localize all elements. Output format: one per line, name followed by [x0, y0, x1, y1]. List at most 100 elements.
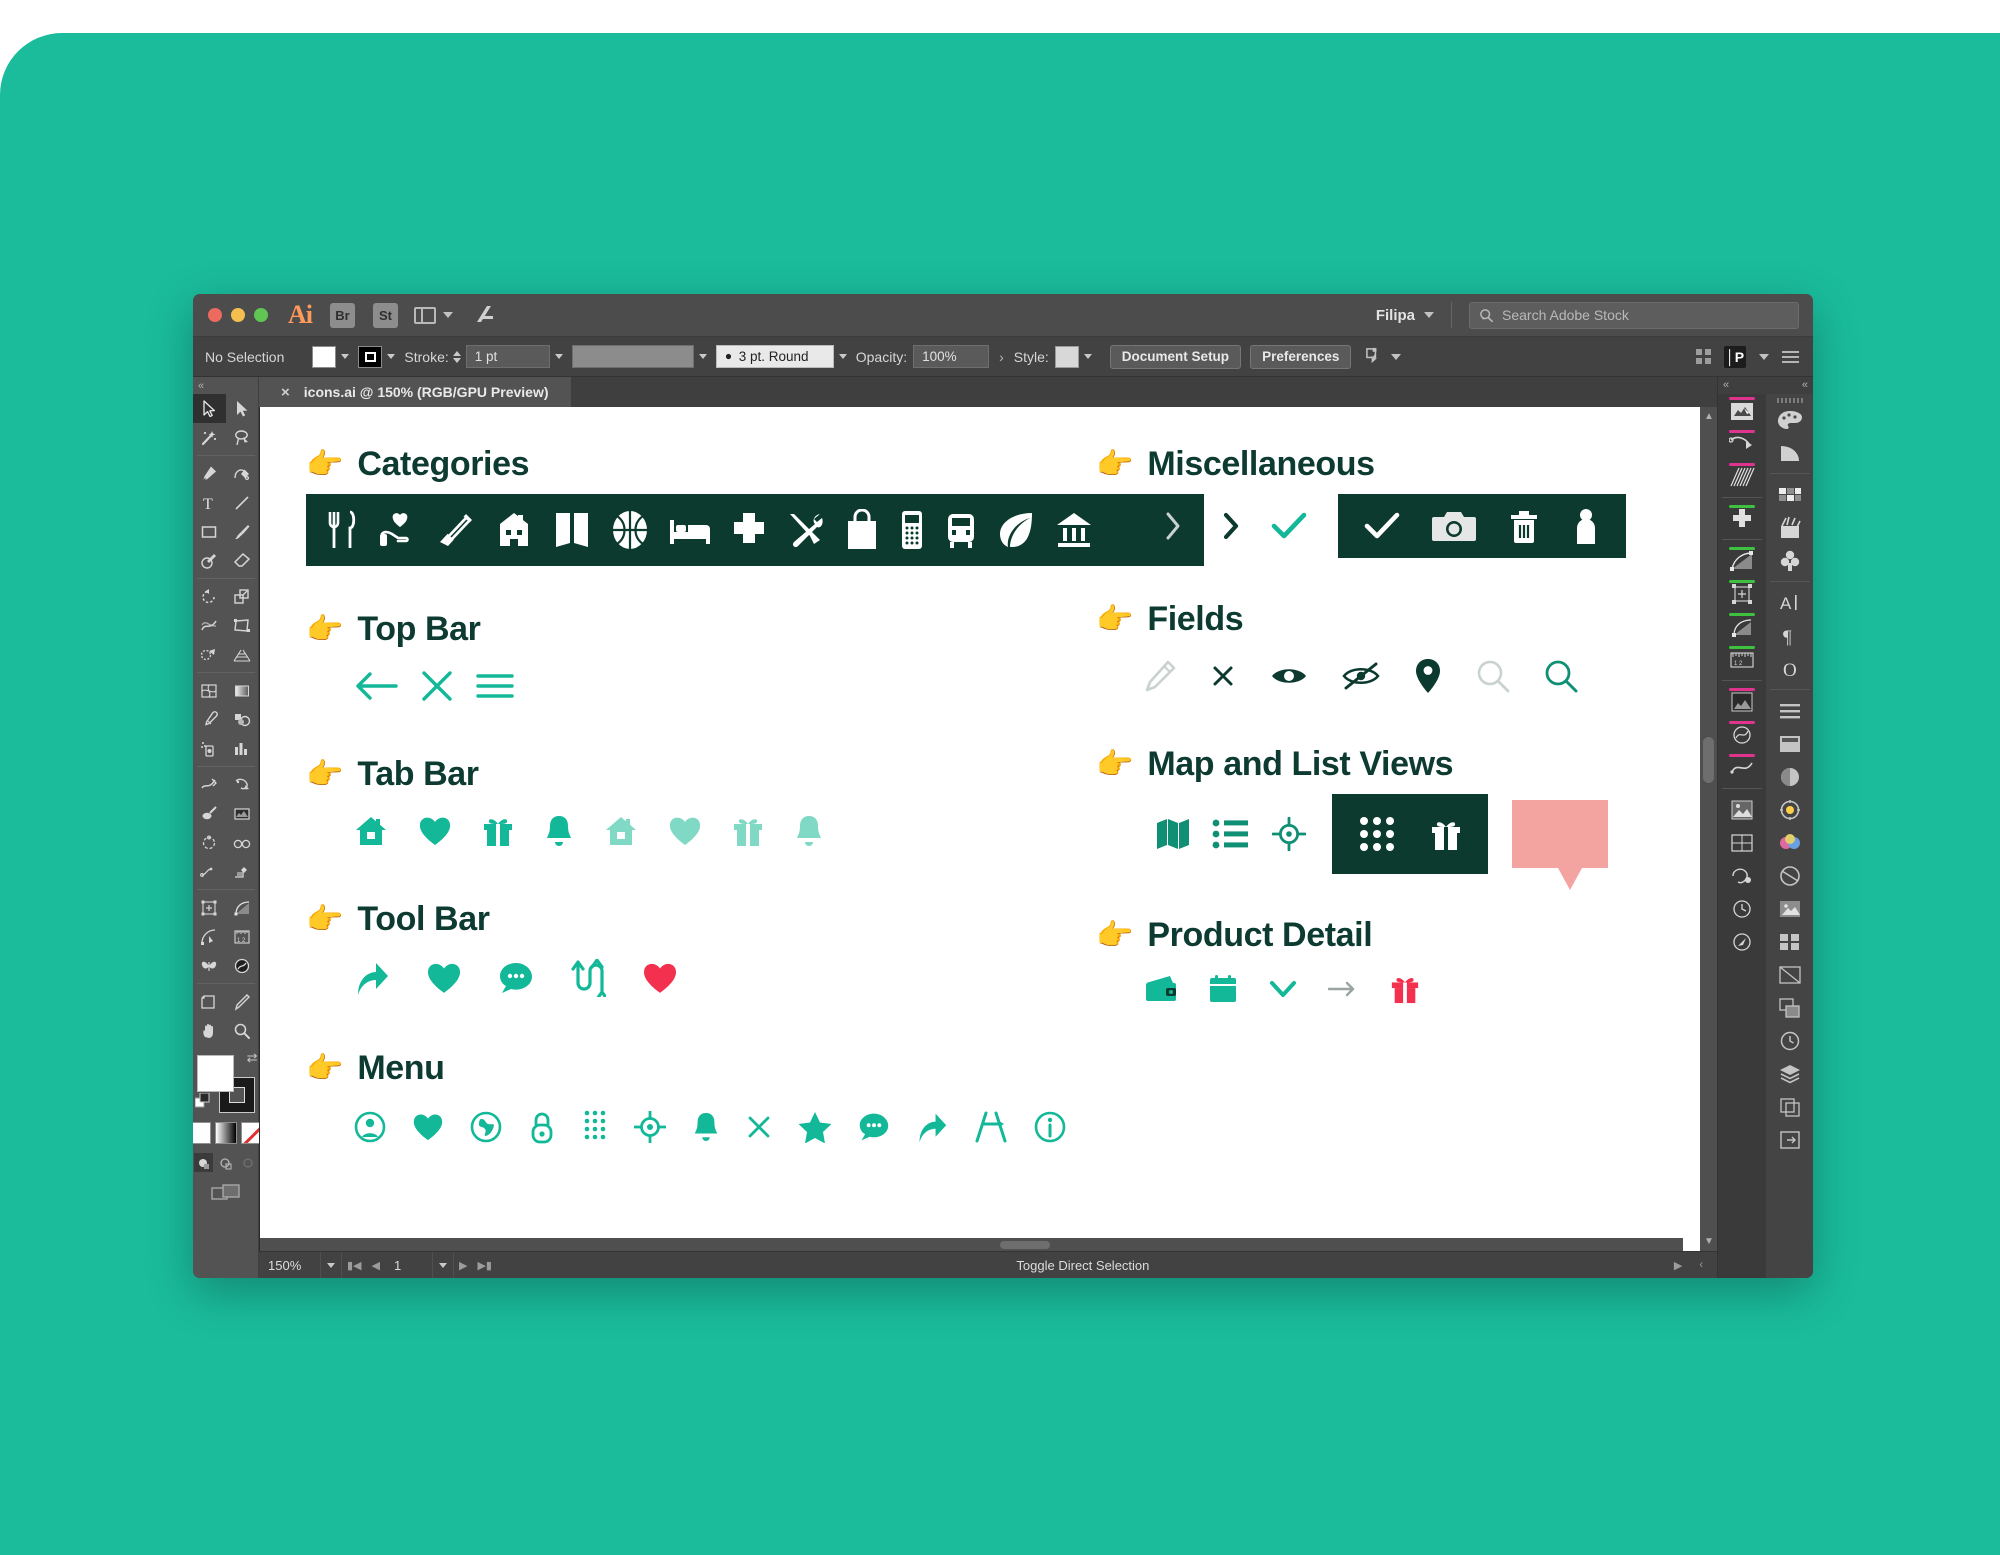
mesh-tool[interactable]: [193, 676, 226, 705]
crop-tool[interactable]: [226, 857, 259, 886]
butterfly-tool[interactable]: [193, 951, 226, 980]
draw-normal-icon[interactable]: [194, 1153, 213, 1172]
map-icon[interactable]: [1144, 817, 1202, 851]
check-teal-icon[interactable]: [1260, 511, 1318, 541]
stock-button[interactable]: St: [373, 302, 398, 328]
check-white-icon[interactable]: [1364, 511, 1400, 541]
dock-collapse-right-icon[interactable]: «: [1802, 379, 1808, 394]
status-resize-icon[interactable]: ‹: [1694, 1259, 1717, 1271]
close-x-icon[interactable]: [420, 669, 454, 703]
opacity-field[interactable]: 100%: [913, 345, 990, 368]
globe-circle-icon[interactable]: [470, 1111, 502, 1143]
line-segment-tool[interactable]: [226, 488, 259, 517]
glyphs-panel[interactable]: O: [1766, 652, 1813, 685]
status-menu-icon[interactable]: ▶: [1669, 1259, 1694, 1272]
chevron-down-icon[interactable]: [387, 354, 396, 359]
panel-menu-icon[interactable]: [1782, 350, 1799, 363]
arrow-right-grey-icon[interactable]: [1328, 979, 1360, 999]
stroke-swatch[interactable]: [358, 345, 383, 368]
selection-tool[interactable]: [193, 394, 226, 423]
cutlery-icon[interactable]: [324, 510, 360, 550]
width-tool[interactable]: [193, 611, 226, 640]
screen-mode-button[interactable]: [210, 1183, 241, 1208]
zoom-dropdown-icon[interactable]: [321, 1252, 342, 1278]
export-panel[interactable]: [1766, 1123, 1813, 1156]
artboard-dropdown-icon[interactable]: [433, 1252, 454, 1278]
artboards-2-panel[interactable]: [1766, 991, 1813, 1024]
draw-inside-icon[interactable]: [238, 1153, 257, 1172]
graphic-style-swatch[interactable]: [1054, 345, 1079, 368]
color-mode-button[interactable]: [193, 1122, 211, 1144]
draw-behind-icon[interactable]: [216, 1153, 235, 1172]
previous-artboard-button[interactable]: ◀: [367, 1259, 385, 1272]
book-icon[interactable]: [552, 509, 592, 551]
measure-tool[interactable]: 1 2: [226, 922, 259, 951]
chevron-down-icon[interactable]: [341, 354, 350, 359]
brush-definition-field[interactable]: 3 pt. Round: [715, 345, 834, 368]
curvature-tool[interactable]: [226, 459, 259, 488]
crosshair-icon[interactable]: [634, 1111, 666, 1143]
bell-icon[interactable]: [692, 1111, 720, 1143]
minimize-button[interactable]: [231, 308, 245, 322]
bus-icon[interactable]: [944, 510, 978, 550]
last-artboard-button[interactable]: ▶▮: [472, 1259, 497, 1272]
image-panel[interactable]: [1718, 793, 1766, 826]
arrange-documents-icon[interactable]: [1696, 349, 1711, 364]
bell-light-icon[interactable]: [794, 814, 824, 848]
artboard-canvas[interactable]: 👉 Categories 👉 Top Bar 👉 Tab Bar 👉 Tool …: [259, 407, 1700, 1251]
free-transform-tool[interactable]: [226, 611, 259, 640]
search-grey-icon[interactable]: [1476, 659, 1510, 693]
pattern-panel[interactable]: [1718, 685, 1766, 718]
brush-library-panel[interactable]: [1766, 511, 1813, 544]
swatches-panel[interactable]: [1766, 478, 1813, 511]
gift-red-icon[interactable]: [1390, 973, 1420, 1005]
vertical-scroll-thumb[interactable]: [1703, 737, 1714, 783]
gift-icon[interactable]: [482, 814, 514, 848]
workspace-badge[interactable]: │P: [1724, 345, 1746, 368]
image-trace-tool[interactable]: [226, 799, 259, 828]
perspective-grid-tool[interactable]: [226, 640, 259, 669]
scroll-down-icon[interactable]: ▼: [1704, 1236, 1714, 1247]
arrow-left-icon[interactable]: [354, 669, 398, 703]
gift-light-icon[interactable]: [732, 814, 764, 848]
transfer-arrows-icon[interactable]: [570, 959, 606, 997]
workspace-switcher[interactable]: [414, 306, 453, 324]
heart-red-icon[interactable]: [642, 961, 678, 995]
opacity-flyout-icon[interactable]: ›: [989, 349, 1014, 365]
artboard-number-field[interactable]: 1: [385, 1252, 433, 1278]
heart-icon[interactable]: [418, 815, 452, 847]
shape-builder-tool[interactable]: [193, 640, 226, 669]
color-mode-buttons[interactable]: [193, 1122, 263, 1144]
gradient-panel[interactable]: [1718, 544, 1766, 577]
heart-icon[interactable]: [412, 1112, 444, 1142]
recolor-tool[interactable]: [226, 951, 259, 980]
chat-bubble-icon[interactable]: [498, 960, 534, 996]
links-panel[interactable]: [1766, 925, 1813, 958]
medical-cross-icon[interactable]: [730, 511, 768, 549]
heart-icon[interactable]: [426, 961, 462, 995]
chevron-right-dark-icon[interactable]: [1202, 510, 1260, 542]
eraser-tool[interactable]: [226, 546, 259, 575]
pencil-icon[interactable]: [1144, 660, 1176, 692]
pen-tool[interactable]: [193, 459, 226, 488]
speech-bubble-pink-icon[interactable]: [1512, 800, 1608, 890]
heart-light-icon[interactable]: [668, 815, 702, 847]
preferences-button[interactable]: Preferences: [1250, 344, 1352, 369]
gradient-mode-button[interactable]: [214, 1122, 237, 1144]
stroke-weight-field[interactable]: 1 pt: [465, 345, 550, 368]
symbols-panel[interactable]: [1718, 460, 1766, 493]
shaper-circle-tool[interactable]: [193, 828, 226, 857]
document-setup-button[interactable]: Document Setup: [1109, 344, 1242, 369]
type-tool[interactable]: T: [193, 488, 226, 517]
trash-icon[interactable]: [1508, 508, 1540, 544]
wallet-icon[interactable]: [1144, 975, 1178, 1003]
live-paint-selection-tool[interactable]: [226, 770, 259, 799]
tools-collapse-button[interactable]: «: [193, 377, 258, 394]
symbol-library-panel[interactable]: [1766, 544, 1813, 577]
first-artboard-button[interactable]: ▮◀: [342, 1259, 367, 1272]
appearance-panel[interactable]: [1718, 718, 1766, 751]
lasso-tool[interactable]: [226, 423, 259, 452]
swap-fill-stroke-icon[interactable]: ⇄: [247, 1050, 258, 1066]
chevron-down-icon[interactable]: [698, 354, 707, 359]
shopping-bag-icon[interactable]: [844, 509, 880, 551]
